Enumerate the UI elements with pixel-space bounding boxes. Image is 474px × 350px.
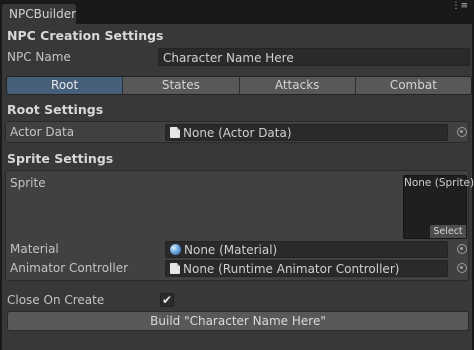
sphere-icon: [170, 244, 181, 255]
npc-name-input[interactable]: Character Name Here: [158, 48, 470, 66]
tab-states[interactable]: States: [123, 77, 240, 94]
tab-attacks[interactable]: Attacks: [239, 77, 356, 94]
animator-controller-field[interactable]: None (Runtime Animator Controller): [165, 260, 448, 277]
window-tab-npcbuilder[interactable]: NPCBuilder: [2, 4, 76, 24]
npc-name-label: NPC Name: [7, 50, 71, 64]
actor-data-label: Actor Data: [10, 125, 75, 139]
section-toolbar: Root States Attacks Combat: [6, 76, 472, 95]
material-label: Material: [10, 242, 59, 256]
window-menu-icon[interactable]: ⋮≡: [451, 2, 468, 11]
window-tools: ⋮≡: [451, 2, 468, 11]
object-picker-icon[interactable]: [457, 244, 467, 254]
actor-data-value: None (Actor Data): [183, 126, 292, 140]
checkmark-icon: ✔: [161, 293, 173, 307]
npc-builder-panel: NPC Creation Settings NPC Name Character…: [2, 24, 474, 350]
animator-controller-value: None (Runtime Animator Controller): [183, 262, 400, 276]
build-button[interactable]: Build "Character Name Here": [7, 311, 469, 331]
window-tab-bar: NPCBuilder ⋮≡: [0, 0, 474, 24]
object-picker-icon[interactable]: [457, 263, 467, 273]
npc-creation-header: NPC Creation Settings: [7, 28, 164, 43]
document-icon: [170, 127, 180, 138]
close-on-create-label: Close On Create: [7, 293, 105, 307]
animator-controller-label: Animator Controller: [10, 261, 129, 275]
tab-combat[interactable]: Combat: [355, 77, 471, 94]
tab-root[interactable]: Root: [7, 77, 124, 94]
sprite-select-button[interactable]: Select: [430, 225, 466, 238]
material-value: None (Material): [184, 243, 278, 257]
sprite-settings-header: Sprite Settings: [7, 151, 114, 166]
close-on-create-checkbox[interactable]: ✔: [160, 293, 174, 307]
root-settings-header: Root Settings: [7, 102, 104, 117]
material-field[interactable]: None (Material): [165, 241, 448, 258]
object-picker-icon[interactable]: [457, 127, 467, 137]
sprite-label: Sprite: [10, 176, 46, 190]
document-icon: [170, 263, 180, 274]
sprite-object-field[interactable]: None (Sprite) Select: [403, 175, 474, 239]
sprite-value: None (Sprite): [404, 177, 474, 189]
actor-data-field[interactable]: None (Actor Data): [165, 124, 448, 141]
